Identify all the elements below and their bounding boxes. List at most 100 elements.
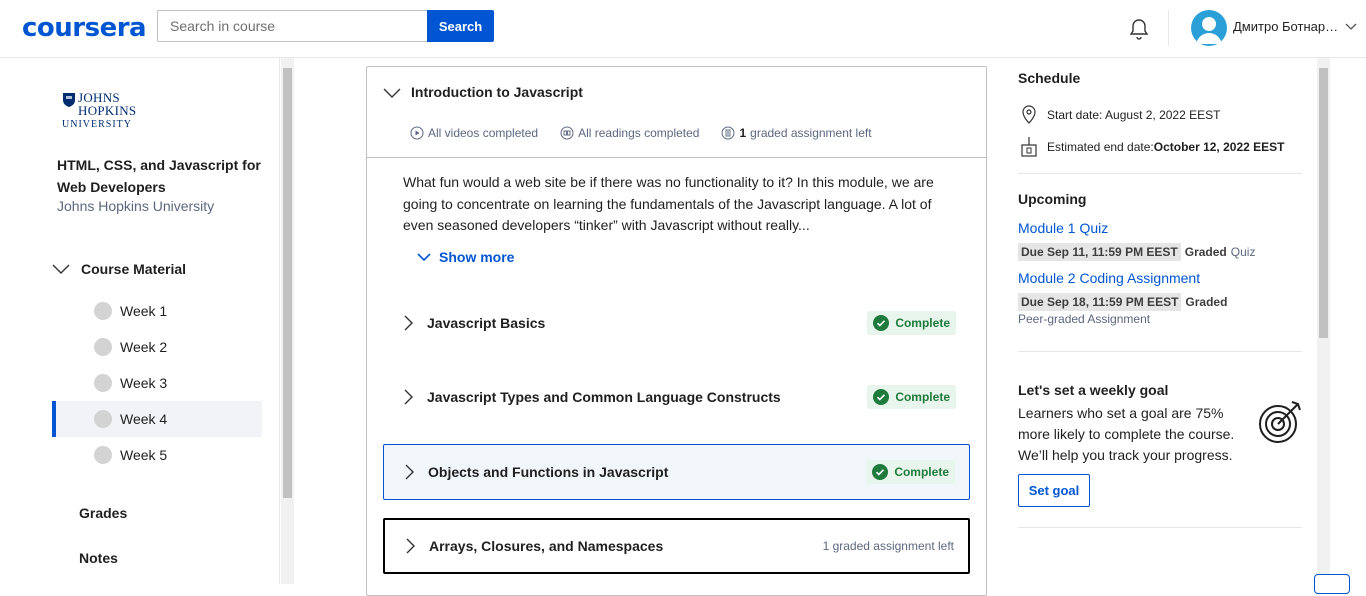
play-circle-icon [410, 126, 424, 140]
graded-count: 1 [739, 126, 747, 140]
sidebar-item-week-4[interactable]: Week 4 [52, 401, 262, 437]
status-label: 1 graded assignment left [822, 539, 954, 553]
videos-stat: All videos completed [410, 126, 538, 140]
progress-dot-icon [94, 338, 112, 356]
sidebar-item-grades[interactable]: Grades [79, 505, 127, 521]
progress-dot-icon [94, 374, 112, 392]
lesson-title: Javascript Basics [427, 315, 546, 331]
graded-label: Graded [1185, 295, 1228, 309]
bell-icon[interactable] [1127, 17, 1151, 41]
logo-line-3: UNIVERSITY [62, 119, 132, 130]
due-row: Due Sep 11, 11:59 PM EEST Graded Quiz [1018, 243, 1255, 261]
complete-badge: Complete [866, 460, 955, 484]
university-wordmark: JOHNS HOPKINS UNIVERSITY [62, 91, 137, 131]
shield-icon [63, 93, 75, 107]
user-icon [1196, 17, 1222, 44]
readings-stat-label: All readings completed [578, 126, 700, 140]
user-name[interactable]: Дмитро Ботнаре... [1233, 19, 1343, 34]
status-label: Complete [895, 316, 950, 330]
assignment-icon [721, 126, 735, 140]
week-label: Week 2 [120, 339, 168, 355]
search-input[interactable] [157, 10, 428, 42]
check-circle-icon [873, 389, 890, 405]
coursera-logo[interactable]: coursera [22, 13, 147, 43]
lesson-title: Objects and Functions in Javascript [428, 464, 669, 480]
target-icon [1259, 401, 1301, 443]
university-logo[interactable]: JOHNS HOPKINS UNIVERSITY [62, 91, 136, 134]
location-pin-icon [1022, 105, 1036, 124]
chevron-down-icon [417, 252, 431, 261]
module-description: What fun would a web site be if there wa… [403, 174, 934, 233]
check-circle-icon [872, 464, 889, 480]
assignment-kind: Peer-graded Assignment [1018, 312, 1151, 326]
upcoming-heading: Upcoming [1018, 191, 1087, 207]
progress-dot-icon [94, 410, 112, 428]
lesson-item[interactable]: Arrays, Closures, and Namespaces 1 grade… [383, 518, 970, 574]
divider [1018, 173, 1302, 174]
show-more-button[interactable]: Show more [417, 249, 514, 265]
graded-stat-label: graded assignment left [750, 126, 872, 140]
due-date-chip: Due Sep 18, 11:59 PM EEST [1018, 293, 1182, 311]
sidebar-item-week-2[interactable]: Week 2 [52, 329, 262, 365]
divider [1018, 527, 1302, 528]
sidebar-scrollbar-thumb[interactable] [283, 68, 292, 498]
week-label: Week 1 [120, 303, 168, 319]
readings-stat: All readings completed [560, 126, 699, 140]
lesson-item[interactable]: Javascript Basics Complete [383, 295, 970, 351]
course-title[interactable]: HTML, CSS, and Javascript for Web Develo… [57, 154, 267, 198]
right-scrollbar-thumb[interactable] [1319, 68, 1328, 338]
search-button[interactable]: Search [427, 10, 494, 42]
set-goal-button[interactable]: Set goal [1018, 474, 1090, 507]
sidebar-item-notes[interactable]: Notes [79, 550, 118, 566]
end-date: October 12, 2022 EEST [1153, 140, 1285, 154]
divider [1018, 351, 1302, 352]
flag-icon [1021, 137, 1037, 157]
status-label: Complete [894, 465, 949, 479]
complete-badge: Complete [867, 311, 956, 335]
avatar[interactable] [1191, 10, 1227, 46]
week-label: Week 3 [120, 375, 168, 391]
reading-icon [560, 126, 574, 140]
check-circle-icon [873, 315, 890, 331]
lesson-title: Arrays, Closures, and Namespaces [429, 538, 664, 554]
goal-heading: Let's set a weekly goal [1018, 382, 1169, 398]
show-more-label: Show more [439, 249, 515, 265]
sidebar-item-week-5[interactable]: Week 5 [52, 437, 262, 473]
module-title: Introduction to Javascript [411, 84, 583, 100]
videos-stat-label: All videos completed [428, 126, 539, 140]
help-button[interactable] [1314, 574, 1350, 594]
week-label: Week 5 [120, 447, 168, 463]
upcoming-item-link[interactable]: Module 1 Quiz [1018, 220, 1108, 236]
upcoming-item-link[interactable]: Module 2 Coding Assignment [1018, 270, 1200, 286]
start-date-row: Start date: August 2, 2022 EEST [1018, 104, 1220, 126]
progress-dot-icon [94, 302, 112, 320]
lesson-item[interactable]: Javascript Types and Common Language Con… [383, 369, 970, 425]
complete-badge: Complete [867, 385, 956, 409]
course-material-toggle[interactable]: Course Material [52, 259, 186, 279]
header-divider [1168, 10, 1169, 46]
chevron-down-icon [52, 264, 70, 274]
goal-description: Learners who set a goal are 75% more lik… [1018, 405, 1235, 463]
chevron-down-icon [383, 88, 401, 98]
start-date: Start date: August 2, 2022 EEST [1047, 108, 1221, 122]
module-header[interactable]: Introduction to Javascript All videos co… [367, 67, 986, 158]
lesson-item[interactable]: Objects and Functions in Javascript Comp… [383, 444, 970, 500]
course-org: Johns Hopkins University [57, 198, 215, 214]
top-header: coursera Search Дмитро Ботнаре... [0, 0, 1366, 58]
progress-dot-icon [94, 446, 112, 464]
module-card: Introduction to Javascript All videos co… [366, 66, 987, 596]
chevron-right-icon [405, 464, 414, 480]
status-label: Complete [895, 390, 950, 404]
end-date-row: Estimated end date: October 12, 2022 EES… [1018, 136, 1284, 158]
chevron-right-icon [406, 538, 415, 554]
sidebar-item-week-3[interactable]: Week 3 [52, 365, 262, 401]
chevron-right-icon [404, 315, 413, 331]
graded-stat: 1 graded assignment left [721, 126, 872, 140]
course-material-label: Course Material [81, 261, 187, 277]
chevron-down-icon[interactable] [1345, 22, 1357, 32]
due-row: Due Sep 18, 11:59 PM EEST Graded [1018, 293, 1227, 311]
graded-label: Graded [1184, 245, 1227, 259]
chevron-right-icon [404, 389, 413, 405]
logo-line-2: HOPKINS [78, 103, 137, 118]
sidebar-item-week-1[interactable]: Week 1 [52, 293, 262, 329]
